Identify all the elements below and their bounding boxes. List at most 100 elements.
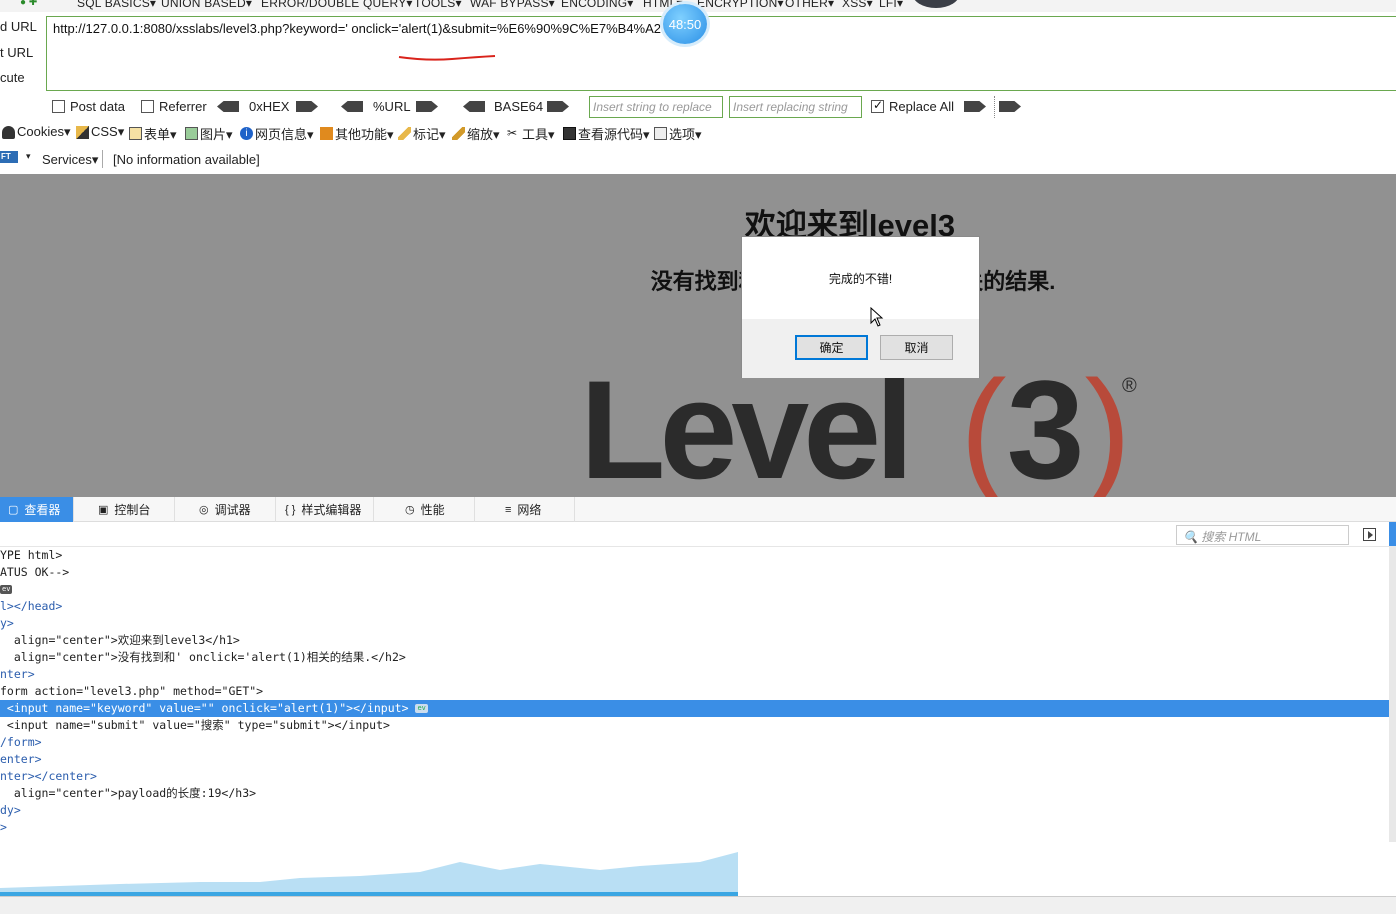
tab-network[interactable]: ≡ 网络 xyxy=(497,497,575,522)
execute-label[interactable]: cute xyxy=(0,70,25,85)
tree-line[interactable]: nter></center> xyxy=(0,768,1390,785)
search-html-input[interactable]: 🔍 搜索 HTML xyxy=(1176,525,1349,545)
tree-line[interactable]: ev xyxy=(0,581,1390,598)
toolbar-cookies[interactable]: Cookies▾ xyxy=(2,124,71,140)
toolbar-images-label: 图片▾ xyxy=(200,127,233,142)
replace-arrow-icon[interactable] xyxy=(964,101,986,112)
tree-line-text: YPE html> xyxy=(0,548,63,562)
hackbar-options-row: Post data Referrer 0xHEX %URL BASE64 Ins… xyxy=(0,96,1396,120)
tree-line[interactable]: enter> xyxy=(0,751,1390,768)
alert-footer: 确定 取消 xyxy=(742,319,979,378)
tab-style-editor[interactable]: { } 样式编辑器 xyxy=(277,497,374,522)
referrer-checkbox[interactable] xyxy=(141,100,154,113)
event-badge[interactable]: ev xyxy=(0,585,13,594)
replacing-string-field[interactable]: Insert replacing string xyxy=(729,96,862,118)
tab-inspector[interactable]: ▢ 查看器 xyxy=(0,497,74,522)
hex-decode-arrow-icon[interactable] xyxy=(217,101,239,112)
replace-next-arrow-icon[interactable] xyxy=(999,101,1021,112)
replace-all-checkbox[interactable] xyxy=(871,98,884,113)
services-menu[interactable]: Services▾ xyxy=(42,152,98,168)
tree-line[interactable]: l></head> xyxy=(0,598,1390,615)
menu-tools[interactable]: TOOLS▾ xyxy=(414,0,462,10)
devtools-scrollbar[interactable] xyxy=(1389,522,1396,842)
tree-line-text: dy> xyxy=(0,803,21,817)
view-source-icon xyxy=(563,127,576,140)
ok-button[interactable]: 确定 xyxy=(795,335,868,360)
hex-encode-arrow-icon[interactable] xyxy=(296,101,318,112)
tree-line-text: align="center">没有找到和' onclick='alert(1)相… xyxy=(0,650,406,664)
tree-line[interactable]: /form> xyxy=(0,734,1390,751)
style-editor-icon: { } xyxy=(285,503,296,516)
tree-line[interactable]: align="center">payload的长度:19</h3> xyxy=(0,785,1390,802)
tree-line[interactable]: align="center">欢迎来到level3</h1> xyxy=(0,632,1390,649)
menu-lfi[interactable]: LFI▾ xyxy=(879,0,903,10)
tree-line[interactable]: YPE html> xyxy=(0,547,1390,564)
toggle-sidebar-icon[interactable] xyxy=(1363,528,1376,541)
toolbar-resize-label: 缩放▾ xyxy=(467,127,500,142)
base64-encode-arrow-icon[interactable] xyxy=(547,101,569,112)
url-decode-arrow-icon[interactable] xyxy=(341,101,363,112)
css-pencil-icon xyxy=(76,125,89,139)
toolbar-misc[interactable]: 其他功能▾ xyxy=(320,124,394,143)
tree-line[interactable]: dy> xyxy=(0,802,1390,819)
load-url-label[interactable]: d URL xyxy=(0,19,37,34)
toolbar-forms[interactable]: 表单▾ xyxy=(129,124,177,143)
menu-xss[interactable]: XSS▾ xyxy=(842,0,873,10)
toolbar-page-info[interactable]: i 网页信息▾ xyxy=(240,124,314,143)
toolbar-cookies-label: Cookies▾ xyxy=(17,124,71,139)
alert-message: 完成的不错! xyxy=(828,271,893,286)
misc-icon xyxy=(320,127,333,140)
ft-dropdown-arrow-icon[interactable]: ▾ xyxy=(26,151,31,162)
tab-style-editor-label: 样式编辑器 xyxy=(301,503,362,517)
toolbar-css[interactable]: CSS▾ xyxy=(76,124,124,140)
toolbar-images[interactable]: 图片▾ xyxy=(185,124,233,143)
insert-string-field[interactable]: Insert string to replace xyxy=(589,96,723,118)
tree-line-text: nter></center> xyxy=(0,769,97,783)
network-icon: ≡ xyxy=(505,503,512,516)
tab-performance[interactable]: ◷ 性能 xyxy=(397,497,475,522)
tree-line-text: enter> xyxy=(0,752,42,766)
toolbar-tools[interactable]: ✂ 工具▾ xyxy=(507,124,555,143)
menu-union-based[interactable]: UNION BASED▾ xyxy=(161,0,252,10)
menu-encryption[interactable]: ENCRYPTION▾ xyxy=(697,0,784,10)
logo-three-paren: (3) xyxy=(960,370,1131,497)
menu-encoding[interactable]: ENCODING▾ xyxy=(561,0,634,10)
menu-sql-basics[interactable]: SQL BASICS▾ xyxy=(77,0,156,10)
url-textarea[interactable]: http://127.0.0.1:8080/xsslabs/level3.php… xyxy=(46,16,1396,91)
base64-decode-arrow-icon[interactable] xyxy=(463,101,485,112)
tab-debugger[interactable]: ◎ 调试器 xyxy=(191,497,276,522)
tab-performance-label: 性能 xyxy=(420,503,445,517)
toolbar-page-info-label: 网页信息▾ xyxy=(255,127,314,142)
tree-line-selected[interactable]: <input name="keyword" value="" onclick="… xyxy=(0,700,1390,717)
status-divider xyxy=(102,150,103,168)
tree-line[interactable]: > xyxy=(0,819,1390,836)
toolbar-resize[interactable]: 缩放▾ xyxy=(452,124,500,143)
url-encode-arrow-icon[interactable] xyxy=(416,101,438,112)
post-data-checkbox[interactable] xyxy=(52,100,65,113)
cancel-button[interactable]: 取消 xyxy=(880,335,953,360)
toolbar-view-source[interactable]: 查看源代码▾ xyxy=(563,124,650,143)
tree-line[interactable]: <input name="submit" value="搜索" type="su… xyxy=(0,717,1390,734)
inspector-icon: ▢ xyxy=(8,504,19,516)
page-heading: 欢迎来到level3 xyxy=(744,208,956,243)
alert-dialog: 完成的不错! 确定 取消 xyxy=(741,236,980,378)
toolbar-view-source-label: 查看源代码▾ xyxy=(578,127,650,142)
replace-all-label: Replace All xyxy=(889,99,955,114)
bottom-status-bar xyxy=(0,896,1396,914)
event-badge[interactable]: ev xyxy=(415,704,428,713)
tree-line[interactable]: nter> xyxy=(0,666,1390,683)
tree-line[interactable]: align="center">没有找到和' onclick='alert(1)相… xyxy=(0,649,1390,666)
tab-console[interactable]: ▣ 控制台 xyxy=(90,497,175,522)
tree-line[interactable]: y> xyxy=(0,615,1390,632)
menu-other[interactable]: OTHER▾ xyxy=(785,0,834,10)
menu-error-double-query[interactable]: ERROR/DOUBLE QUERY▾ xyxy=(261,0,413,10)
tree-line[interactable]: form action="level3.php" method="GET"> xyxy=(0,683,1390,700)
split-url-label[interactable]: t URL xyxy=(0,45,33,60)
tab-debugger-label: 调试器 xyxy=(214,503,251,517)
scrollbar-thumb[interactable] xyxy=(1389,522,1396,546)
toolbar-outline[interactable]: 标记▾ xyxy=(398,124,446,143)
options-icon xyxy=(654,127,667,140)
menu-waf-bypass[interactable]: WAF BYPASS▾ xyxy=(470,0,555,10)
tree-line[interactable]: ATUS OK--> xyxy=(0,564,1390,581)
toolbar-options[interactable]: 选项▾ xyxy=(654,124,702,143)
